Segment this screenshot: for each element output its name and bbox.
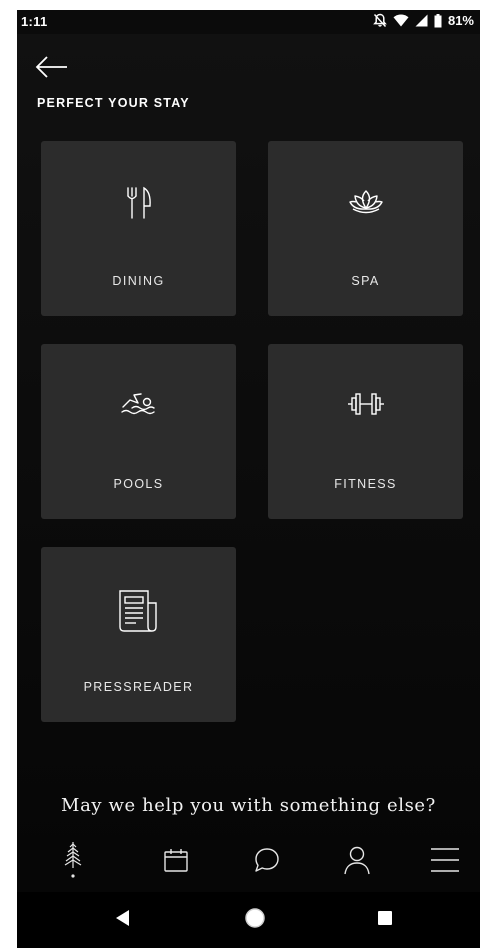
- status-time: 1:11: [21, 14, 48, 29]
- calendar-icon: [163, 847, 189, 878]
- pressreader-tile[interactable]: PRESSREADER: [41, 547, 236, 722]
- newspaper-icon: [116, 587, 162, 635]
- battery-percent: 81%: [447, 13, 474, 28]
- app-screen: 1:11 81% PERFECT YOUR STAY DINING SPA PO…: [17, 10, 480, 948]
- fork-knife-icon: [119, 183, 159, 223]
- spa-label: SPA: [351, 274, 380, 288]
- dining-label: DINING: [112, 274, 165, 288]
- pools-label: POOLS: [113, 477, 164, 491]
- nav-home-button[interactable]: [51, 840, 95, 884]
- status-bar: 1:11 81%: [17, 10, 480, 34]
- dining-tile[interactable]: DINING: [41, 141, 236, 316]
- wifi-icon: [393, 14, 409, 27]
- help-prompt-link[interactable]: May we help you with something else?: [17, 795, 480, 816]
- fitness-tile[interactable]: FITNESS: [268, 344, 463, 519]
- tree-logo-icon: [62, 840, 84, 885]
- pools-tile[interactable]: POOLS: [41, 344, 236, 519]
- chat-bubble-icon: [253, 846, 281, 879]
- system-recents-button[interactable]: [369, 904, 401, 936]
- notifications-off-icon: [373, 13, 387, 28]
- profile-icon: [343, 845, 371, 880]
- system-back-button[interactable]: [107, 904, 139, 936]
- nav-calendar-button[interactable]: [154, 840, 198, 884]
- pressreader-label: PRESSREADER: [83, 680, 194, 694]
- page-title: PERFECT YOUR STAY: [37, 96, 190, 110]
- system-home-button[interactable]: [239, 904, 271, 936]
- signal-icon: [415, 14, 428, 27]
- spa-tile[interactable]: SPA: [268, 141, 463, 316]
- fitness-label: FITNESS: [334, 477, 397, 491]
- menu-icon: [430, 845, 460, 880]
- app-bottom-nav: [17, 840, 480, 890]
- lotus-icon: [346, 183, 386, 223]
- swimmer-icon: [119, 384, 159, 424]
- recents-square-icon: [377, 910, 393, 931]
- home-circle-icon: [244, 907, 266, 934]
- nav-profile-button[interactable]: [335, 840, 379, 884]
- arrow-left-icon: [35, 56, 69, 84]
- nav-chat-button[interactable]: [245, 840, 289, 884]
- nav-menu-button[interactable]: [423, 840, 467, 884]
- status-icons: 81%: [373, 13, 474, 28]
- back-triangle-icon: [115, 909, 131, 932]
- battery-icon: [434, 13, 442, 28]
- dumbbell-icon: [346, 384, 386, 424]
- android-nav-bar: [17, 892, 480, 948]
- back-button[interactable]: [35, 54, 71, 84]
